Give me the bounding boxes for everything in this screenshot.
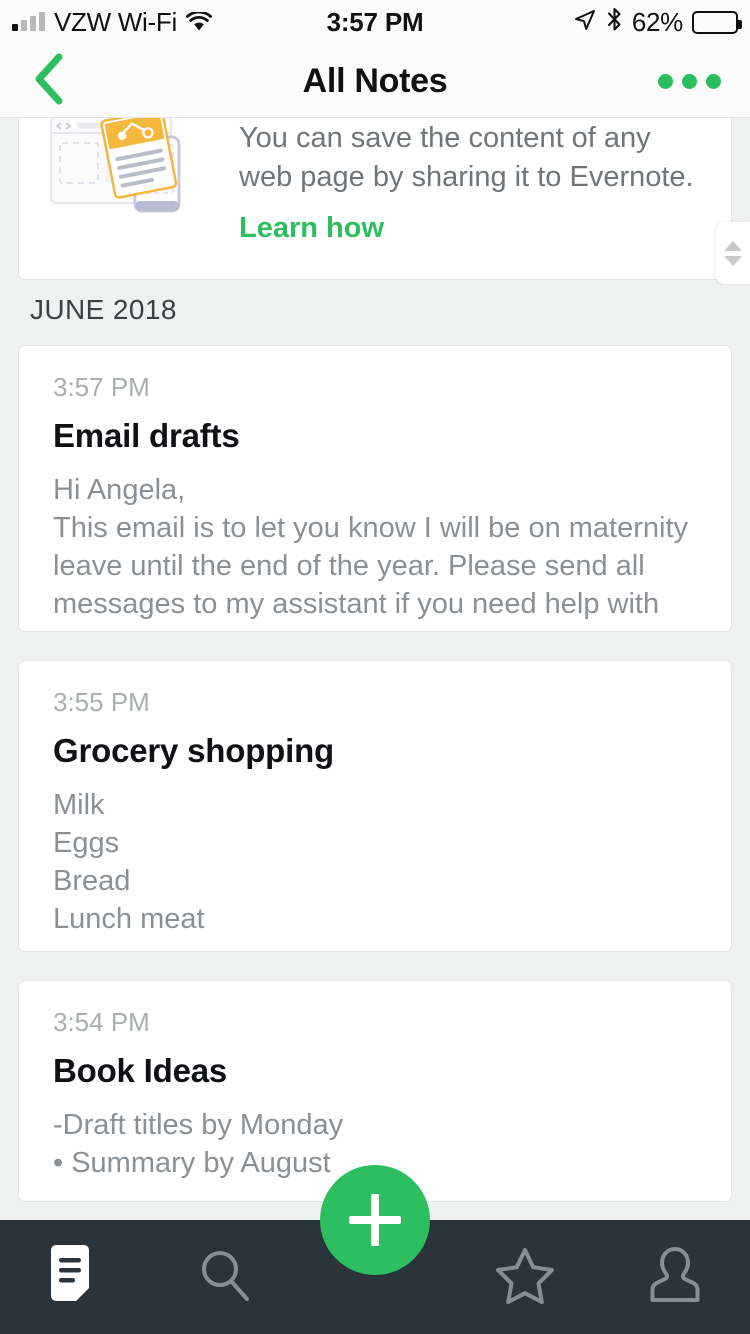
overflow-menu-button[interactable] (654, 44, 724, 118)
triangle-up-icon (724, 240, 742, 251)
status-bar: VZW Wi-Fi 3:57 PM 62% (0, 0, 750, 44)
section-header: JUNE 2018 (30, 294, 177, 325)
tab-search[interactable] (150, 1220, 300, 1334)
scroll-position-indicator[interactable] (716, 222, 750, 284)
new-note-fab[interactable] (320, 1165, 430, 1275)
triangle-down-icon (724, 255, 742, 266)
nav-bar: All Notes (0, 44, 750, 118)
note-card[interactable]: 3:57 PM Email drafts Hi Angela, This ema… (18, 345, 732, 632)
note-timestamp: 3:54 PM (53, 1007, 150, 1037)
tab-notes[interactable] (0, 1220, 150, 1334)
page-title: All Notes (302, 61, 448, 100)
tab-account[interactable] (600, 1220, 750, 1334)
note-snippet: Milk Eggs Bread Lunch meat (53, 789, 205, 935)
plus-icon (349, 1194, 401, 1246)
battery-percent-label: 62% (631, 6, 683, 37)
note-snippet: Hi Angela, This email is to let you know… (53, 474, 689, 620)
note-timestamp: 3:57 PM (53, 372, 150, 402)
tab-shortcuts[interactable] (450, 1220, 600, 1334)
location-arrow-icon (573, 8, 597, 37)
overflow-menu-icon (657, 73, 673, 89)
tip-card[interactable]: You can save the content of any web page… (18, 118, 732, 280)
note-document-icon (47, 1244, 103, 1311)
star-icon (495, 1246, 555, 1309)
search-icon (195, 1245, 255, 1310)
notes-scroll-area[interactable]: You can save the content of any web page… (0, 118, 750, 1220)
status-bar-right: 62% (573, 6, 742, 38)
battery-icon (692, 10, 742, 34)
note-card[interactable]: 3:55 PM Grocery shopping Milk Eggs Bread… (18, 660, 732, 952)
learn-how-link[interactable]: Learn how (239, 212, 384, 245)
note-timestamp: 3:55 PM (53, 687, 150, 717)
bluetooth-icon (606, 7, 623, 37)
note-title: Email drafts (53, 417, 240, 454)
note-title: Book Ideas (53, 1052, 228, 1089)
tip-text: You can save the content of any web page… (239, 122, 694, 193)
note-title: Grocery shopping (53, 732, 335, 769)
web-clipper-illustration (49, 118, 209, 225)
person-icon (648, 1245, 702, 1310)
